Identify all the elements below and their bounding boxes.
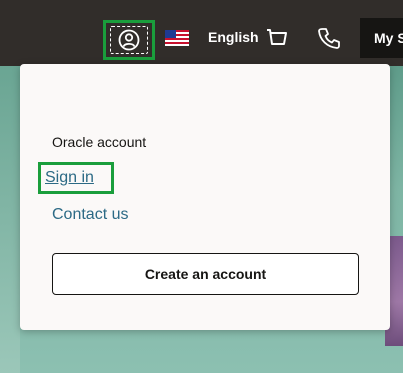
- dropdown-heading: Oracle account: [52, 134, 147, 150]
- my-account-button[interactable]: My S: [360, 18, 403, 58]
- top-navigation-bar: English My S: [0, 0, 403, 66]
- sign-in-focus-outline: Sign in: [38, 162, 114, 194]
- cart-icon[interactable]: [266, 28, 288, 48]
- background-edge: [0, 66, 20, 373]
- create-account-button[interactable]: Create an account: [52, 253, 359, 295]
- phone-icon[interactable]: [318, 27, 340, 49]
- sign-in-link[interactable]: Sign in: [45, 169, 94, 187]
- focus-ring: [110, 26, 148, 54]
- account-icon: [118, 29, 140, 51]
- contact-us-link[interactable]: Contact us: [52, 206, 128, 224]
- account-button[interactable]: [103, 20, 155, 60]
- us-flag-icon[interactable]: [165, 30, 189, 46]
- language-selector[interactable]: English: [208, 29, 259, 45]
- account-dropdown-panel: Oracle account Sign in Contact us Create…: [20, 64, 390, 330]
